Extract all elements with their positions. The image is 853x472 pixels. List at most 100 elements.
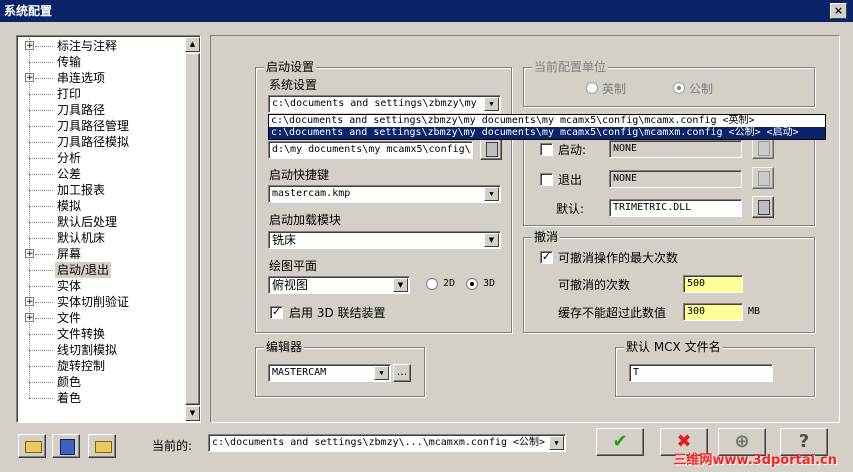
- radio-inch-label: 英制: [602, 82, 627, 96]
- undo-enable-checkbox[interactable]: ✓: [540, 251, 553, 264]
- tree-item-label: 刀具路径: [57, 103, 106, 117]
- tree-item[interactable]: 模拟: [17, 198, 185, 214]
- scroll-thumb[interactable]: [185, 53, 200, 405]
- chevron-down-icon[interactable]: ▼: [374, 366, 389, 380]
- tree-branch-line: [29, 126, 53, 127]
- tree-item[interactable]: 传输: [17, 54, 185, 70]
- browse-config-button[interactable]: [480, 138, 502, 160]
- hotkey-combo[interactable]: mastercam.kmp ▼: [268, 185, 501, 203]
- sys-config-value: c:\documents and settings\zbmzy\my: [272, 98, 477, 109]
- sys-config-label: 系统设置: [269, 78, 318, 92]
- cache-field[interactable]: 300: [683, 303, 743, 321]
- tree-item[interactable]: 默认后处理: [17, 214, 185, 230]
- start-label: 启动:: [558, 143, 587, 157]
- radio-inch[interactable]: [586, 82, 598, 94]
- close-button[interactable]: ×: [830, 3, 847, 19]
- browse-default-button[interactable]: [752, 196, 774, 218]
- tree-item[interactable]: + 串连选项: [17, 70, 185, 86]
- plane-value: 俯视图: [272, 278, 309, 292]
- tree-item[interactable]: 文件转换: [17, 326, 185, 342]
- tree-item[interactable]: + 标注与注释: [17, 38, 185, 54]
- chevron-down-icon[interactable]: ▼: [484, 97, 499, 111]
- tree-item[interactable]: + 屏幕: [17, 246, 185, 262]
- expand-plus-icon[interactable]: +: [25, 73, 34, 83]
- tree-item[interactable]: + 文件: [17, 310, 185, 326]
- tree-item-label: 分析: [57, 151, 82, 165]
- sys-config-dropdown[interactable]: c:\documents and settings\zbmzy\my docum…: [268, 114, 826, 140]
- tree-branch-line: [29, 158, 53, 159]
- linked-label: 启用 3D 联结装置: [289, 306, 386, 320]
- browse-exit-button[interactable]: [752, 167, 774, 189]
- tree-item[interactable]: 实体: [17, 278, 185, 294]
- default-field[interactable]: TRIMETRIC.DLL: [609, 199, 742, 217]
- radio-metric[interactable]: [673, 82, 685, 94]
- undo-group-label: 撤消: [532, 230, 561, 244]
- tree-item-label: 启动/退出: [55, 262, 112, 278]
- tree-item-label: 线切割模拟: [57, 343, 118, 357]
- tree-item-label: 默认机床: [57, 231, 106, 245]
- tree-item[interactable]: 默认机床: [17, 230, 185, 246]
- module-combo[interactable]: 铣床 ▼: [268, 231, 501, 249]
- browse-start-button[interactable]: [752, 137, 774, 159]
- exit-checkbox[interactable]: [540, 173, 553, 186]
- window-title: 系统配置: [4, 4, 53, 18]
- tree-scrollbar[interactable]: ▲ ▼: [185, 37, 200, 421]
- open-config-button[interactable]: [18, 434, 46, 458]
- tree-item[interactable]: 旋转控制: [17, 358, 185, 374]
- dropdown-option[interactable]: c:\documents and settings\zbmzy\my docum…: [269, 115, 825, 127]
- editor-browse-button[interactable]: ...: [393, 364, 411, 382]
- config-path-field[interactable]: d:\my documents\my mcamx5\config\r: [268, 141, 473, 159]
- cache-label: 缓存不能超过此数值: [558, 306, 667, 320]
- tree-item-label: 刀具路径模拟: [57, 135, 130, 149]
- radio-2d[interactable]: [426, 278, 438, 290]
- mcx-field[interactable]: T: [629, 364, 773, 382]
- startup-group-label: 启动设置: [264, 60, 317, 74]
- tree-item[interactable]: 刀具路径模拟: [17, 134, 185, 150]
- merge-config-button[interactable]: [88, 434, 116, 458]
- start-field[interactable]: NONE: [609, 140, 742, 158]
- expand-plus-icon[interactable]: +: [25, 297, 34, 307]
- chevron-down-icon[interactable]: ▼: [484, 187, 499, 201]
- tree-item[interactable]: 刀具路径: [17, 102, 185, 118]
- module-value: 铣床: [272, 233, 297, 247]
- expand-plus-icon[interactable]: +: [25, 313, 34, 323]
- tree-item[interactable]: 分析: [17, 150, 185, 166]
- start-checkbox[interactable]: [540, 143, 553, 156]
- undo-count-field[interactable]: 500: [683, 275, 743, 293]
- units-group: 当前配置单位: [523, 60, 815, 107]
- chevron-down-icon[interactable]: ▼: [393, 278, 408, 292]
- chevron-down-icon[interactable]: ▼: [549, 436, 564, 450]
- tree-item[interactable]: 启动/退出: [17, 262, 185, 278]
- tree-item-label: 刀具路径管理: [57, 119, 130, 133]
- linked-checkbox[interactable]: ✓: [270, 306, 283, 319]
- category-tree[interactable]: + 标注与注释 传输 + 串连选项 打印 刀具路径刀具路径管理 刀具路径模拟 分析 公差 加工报表模…: [16, 35, 201, 423]
- tree-item[interactable]: + 实体切削验证: [17, 294, 185, 310]
- sys-config-combo[interactable]: c:\documents and settings\zbmzy\my ▼: [268, 95, 501, 113]
- tree-item[interactable]: 颜色: [17, 374, 185, 390]
- ok-button[interactable]: ✔: [596, 428, 644, 456]
- exit-field[interactable]: NONE: [609, 170, 742, 188]
- scroll-up-button[interactable]: ▲: [185, 37, 200, 52]
- tree-item[interactable]: 打印: [17, 86, 185, 102]
- title-bar: 系统配置 ×: [0, 0, 853, 22]
- save-config-button[interactable]: [52, 434, 80, 458]
- tree-item[interactable]: 线切割模拟: [17, 342, 185, 358]
- chevron-down-icon[interactable]: ▼: [484, 233, 499, 247]
- plane-combo[interactable]: 俯视图 ▼: [268, 276, 410, 294]
- expand-plus-icon[interactable]: +: [25, 249, 34, 259]
- tree-item[interactable]: 加工报表: [17, 182, 185, 198]
- tree-item-label: 实体切削验证: [57, 295, 130, 309]
- tree-item[interactable]: 着色: [17, 390, 185, 406]
- tree-item[interactable]: 刀具路径管理: [17, 118, 185, 134]
- current-config-value: c:\documents and settings\zbmzy\...\mcam…: [212, 437, 546, 448]
- scroll-down-button[interactable]: ▼: [185, 406, 200, 421]
- expand-plus-icon[interactable]: +: [25, 41, 34, 51]
- radio-3d-label: 3D: [483, 278, 496, 289]
- editor-combo[interactable]: MASTERCAM ▼: [268, 364, 391, 382]
- dropdown-option-selected[interactable]: c:\documents and settings\zbmzy\my docum…: [269, 127, 825, 139]
- current-config-combo[interactable]: c:\documents and settings\zbmzy\...\mcam…: [208, 434, 566, 452]
- checkmark-icon: ✔: [612, 431, 628, 452]
- radio-3d[interactable]: [466, 278, 478, 290]
- tree-item[interactable]: 公差: [17, 166, 185, 182]
- tree-item-label: 旋转控制: [57, 359, 106, 373]
